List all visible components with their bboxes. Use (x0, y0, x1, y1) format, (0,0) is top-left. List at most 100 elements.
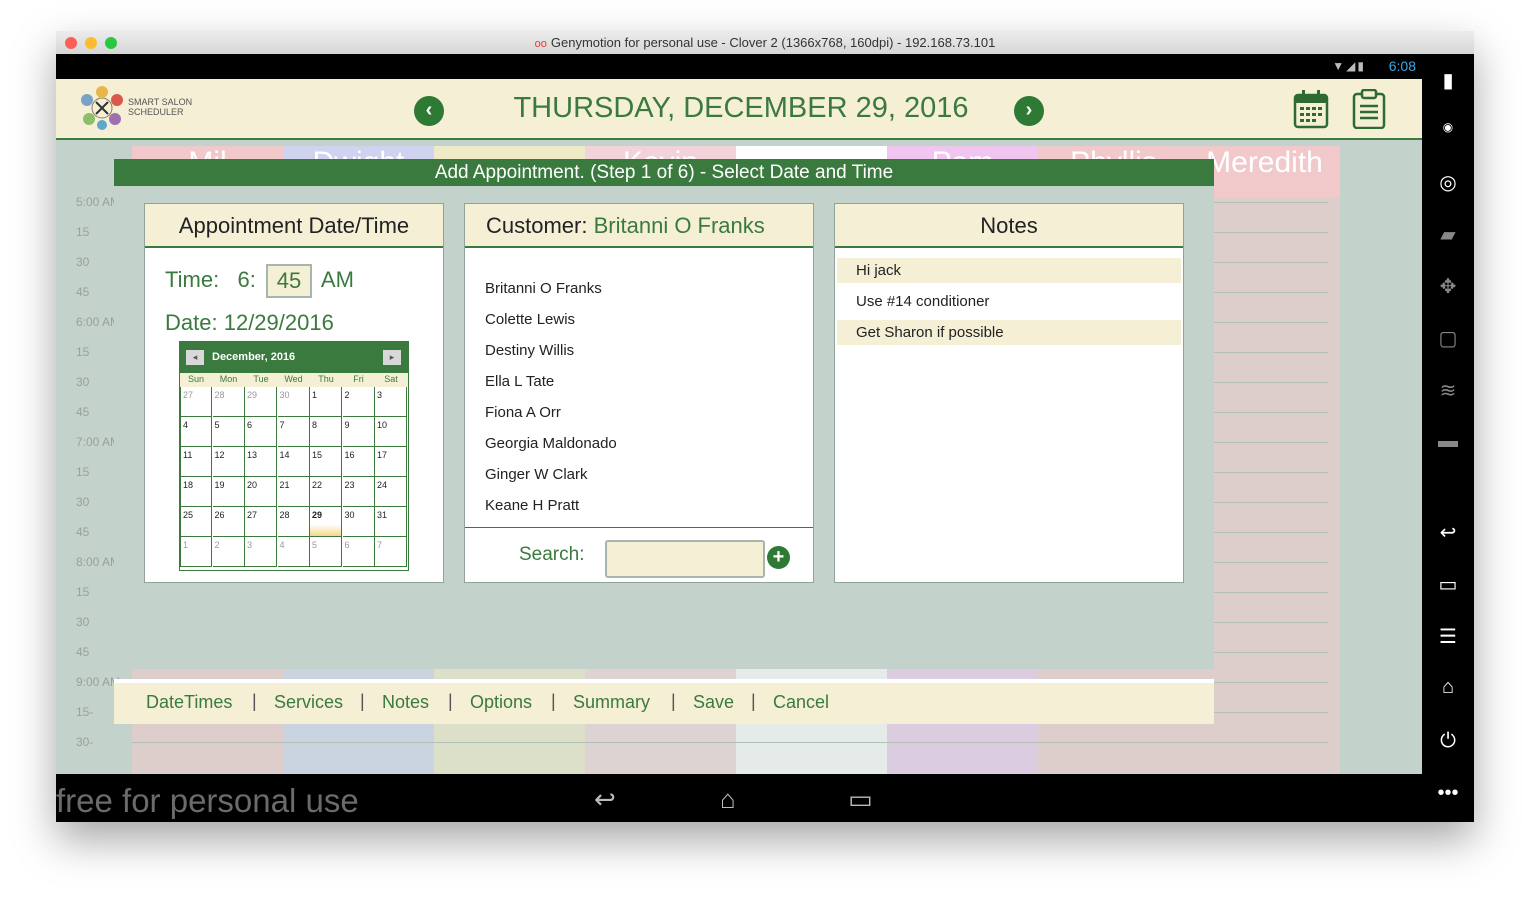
calendar-next-month-button[interactable]: ▸ (383, 350, 401, 365)
customer-list-item[interactable]: Ginger W Clark (485, 466, 588, 483)
customer-list-item[interactable]: Destiny Willis (485, 342, 574, 359)
calendar-day-cell[interactable]: 16 (342, 447, 375, 477)
previous-day-button[interactable]: ‹ (414, 96, 444, 126)
calendar-widget: ◂ December, 2016 ▸ Sun Mon Tue Wed Thu Fri Sat… (179, 341, 409, 571)
calendar-day-cell[interactable]: 3 (375, 387, 407, 417)
battery-icon[interactable]: ▮ (1422, 68, 1474, 93)
footer-link-notes[interactable]: Notes (382, 692, 429, 713)
time-slot-label: 30 (76, 255, 90, 269)
calendar-day-cell[interactable]: 24 (375, 477, 407, 507)
menu-icon[interactable]: ☰ (1422, 624, 1474, 649)
calendar-day-cell[interactable]: 28 (212, 387, 245, 417)
calendar-day-cell[interactable]: 27 (180, 387, 212, 417)
recent-apps-icon[interactable]: ▭ (848, 784, 873, 815)
footer-link-services[interactable]: Services (274, 692, 343, 713)
footer-link-datetimes[interactable]: DateTimes (146, 692, 232, 713)
recent-apps-icon[interactable]: ▭ (1422, 572, 1474, 597)
customer-list-item[interactable]: Georgia Maldonado (485, 435, 617, 452)
footer-link-save[interactable]: Save (693, 692, 734, 713)
calendar-day-cell[interactable]: 4 (277, 537, 310, 567)
back-icon[interactable]: ↩ (594, 784, 616, 815)
calendar-day-cell[interactable]: 1 (180, 537, 212, 567)
home-icon[interactable]: ⌂ (720, 784, 736, 815)
dpad-icon[interactable]: ✥ (1422, 274, 1474, 299)
calendar-day-cell[interactable]: 31 (375, 507, 407, 537)
webcam-icon[interactable]: ◎ (1422, 170, 1474, 195)
calendar-day-cell[interactable]: 2 (212, 537, 245, 567)
device-id-icon[interactable]: ▢ (1422, 326, 1474, 351)
calendar-day-cell[interactable]: 29 (245, 387, 277, 417)
time-label: Time: (165, 266, 220, 292)
calendar-day-cell[interactable]: 5 (310, 537, 342, 567)
calendar-day-cell[interactable]: 2 (342, 387, 375, 417)
customer-list-item[interactable]: Colette Lewis (485, 311, 575, 328)
customer-list-item[interactable]: Britanni O Franks (485, 280, 602, 297)
calendar-day-cell[interactable]: 4 (180, 417, 212, 447)
time-slot-label: 15 (76, 345, 90, 359)
calendar-day-cell[interactable]: 27 (245, 507, 277, 537)
customer-search-input[interactable] (605, 540, 765, 578)
calendar-day-cell[interactable]: 29 (310, 507, 342, 537)
calendar-day-cell[interactable]: 25 (180, 507, 212, 537)
calendar-day-cell[interactable]: 6 (342, 537, 375, 567)
calendar-icon[interactable] (1293, 89, 1329, 129)
calendar-day-cell[interactable]: 30 (342, 507, 375, 537)
calendar-day-cell[interactable]: 18 (180, 477, 212, 507)
calendar-day-cell[interactable]: 5 (212, 417, 245, 447)
footer-link-options[interactable]: Options (470, 692, 532, 713)
sms-icon[interactable]: ▬ (1422, 430, 1474, 453)
calendar-day-cell[interactable]: 13 (245, 447, 277, 477)
note-item[interactable]: Get Sharon if possible (837, 320, 1181, 345)
customer-list-item[interactable]: Fiona A Orr (485, 404, 561, 421)
clipboard-icon[interactable] (1351, 89, 1387, 129)
note-item[interactable]: Hi jack (837, 258, 1181, 283)
calendar-day-cell[interactable]: 14 (277, 447, 310, 477)
calendar-day-cell[interactable]: 7 (277, 417, 310, 447)
calendar-day-cell[interactable]: 17 (375, 447, 407, 477)
calendar-prev-month-button[interactable]: ◂ (186, 350, 204, 365)
calendar-day-cell[interactable]: 21 (277, 477, 310, 507)
calendar-day-cell[interactable]: 28 (277, 507, 310, 537)
calendar-day-cell[interactable]: 26 (212, 507, 245, 537)
time-minute-field[interactable]: 45 (266, 264, 313, 298)
calendar-day-cell[interactable]: 30 (277, 387, 310, 417)
time-ampm[interactable]: AM (321, 267, 354, 292)
capture-icon[interactable]: ▰ (1422, 222, 1474, 247)
more-icon[interactable]: ••• (1422, 782, 1474, 805)
calendar-day-cell[interactable]: 12 (212, 447, 245, 477)
calendar-day-cell[interactable]: 8 (310, 417, 342, 447)
footer-separator: | (448, 691, 453, 711)
calendar-day-cell[interactable]: 3 (245, 537, 277, 567)
android-screen: ▼◢▮ 6:08 SMART SALON SCHEDULER ‹ THURSDA… (56, 54, 1422, 774)
calendar-day-cell[interactable]: 7 (375, 537, 407, 567)
footer-link-summary[interactable]: Summary (573, 692, 650, 713)
power-icon[interactable]: ⏻ (1422, 730, 1474, 753)
calendar-day-cell[interactable]: 20 (245, 477, 277, 507)
calendar-day-cell[interactable]: 1 (310, 387, 342, 417)
footer-link-cancel[interactable]: Cancel (773, 692, 829, 713)
time-hour[interactable]: 6: (238, 267, 256, 292)
calendar-day-cell[interactable]: 22 (310, 477, 342, 507)
customer-list-item[interactable]: Ella L Tate (485, 373, 554, 390)
back-icon[interactable]: ↩ (1422, 520, 1474, 545)
app-header: SMART SALON SCHEDULER ‹ THURSDAY, DECEMB… (56, 79, 1422, 140)
note-item[interactable]: Use #14 conditioner (837, 289, 1181, 314)
calendar-day-cell[interactable]: 15 (310, 447, 342, 477)
calendar-day-cell[interactable]: 23 (342, 477, 375, 507)
calendar-day-name: Wed (284, 374, 303, 384)
gps-icon[interactable]: ◉ (1422, 120, 1474, 134)
calendar-day-cell[interactable]: 9 (342, 417, 375, 447)
next-day-button[interactable]: › (1014, 96, 1044, 126)
emulator-toolbar: ▮ ◉ ◎ ▰ ✥ ▢ ≋ ▬ ↩ ▭ ☰ ⌂ ⏻ ••• (1422, 54, 1474, 822)
home-icon[interactable]: ⌂ (1422, 676, 1474, 699)
calendar-day-cell[interactable]: 10 (375, 417, 407, 447)
customer-list-item[interactable]: Keane H Pratt (485, 497, 579, 514)
add-customer-button[interactable]: + (767, 546, 790, 569)
calendar-day-name: Thu (318, 374, 334, 384)
add-appointment-dialog: Add Appointment. (Step 1 of 6) - Select … (114, 159, 1214, 724)
calendar-day-cell[interactable]: 11 (180, 447, 212, 477)
network-icon[interactable]: ≋ (1422, 378, 1474, 403)
calendar-day-cell[interactable]: 6 (245, 417, 277, 447)
calendar-day-cell[interactable]: 19 (212, 477, 245, 507)
footer-separator: | (671, 691, 676, 711)
